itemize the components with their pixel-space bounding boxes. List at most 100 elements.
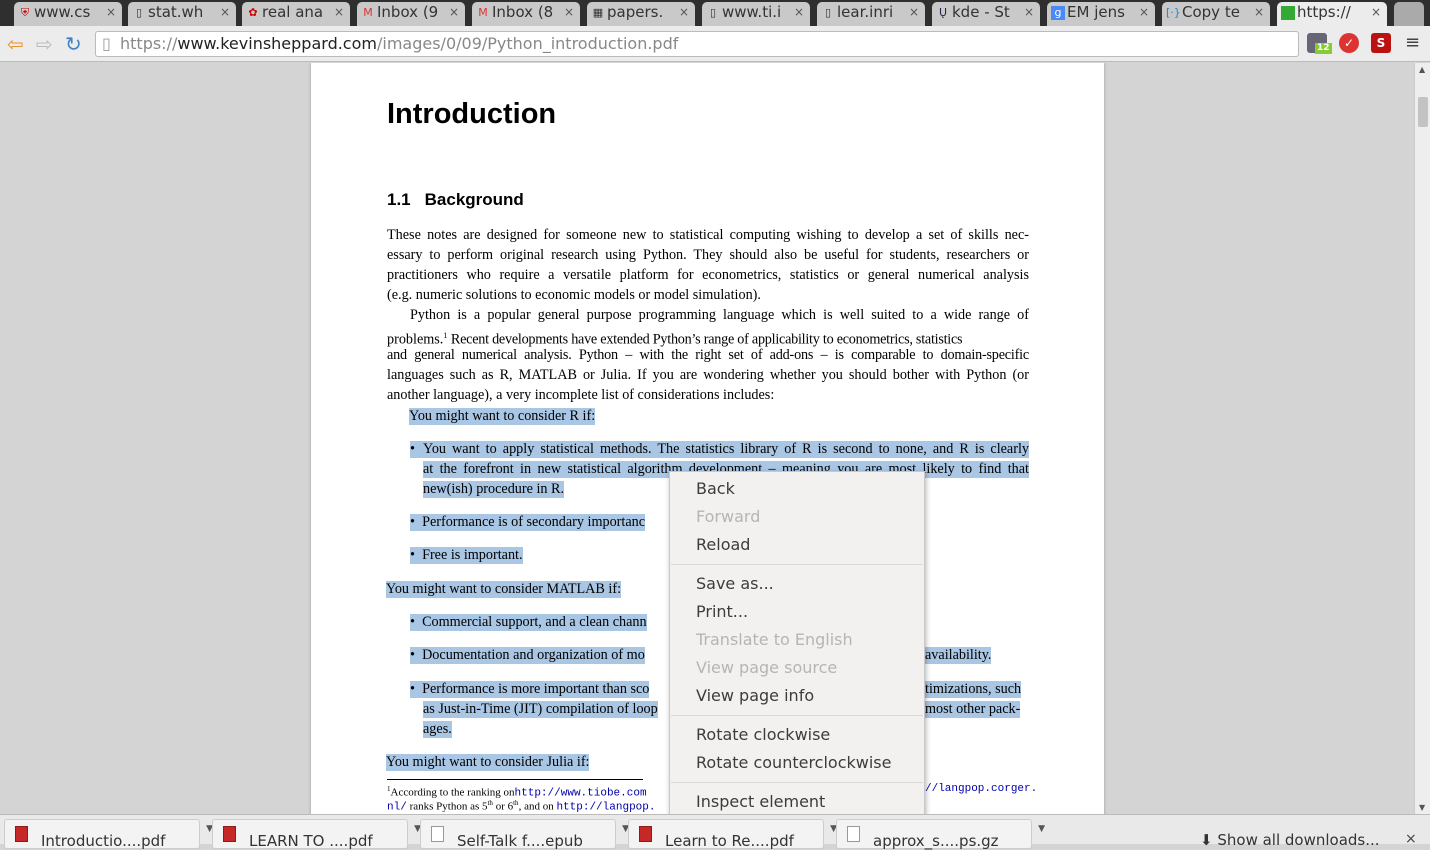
menu-icon[interactable]: ≡	[1405, 32, 1420, 53]
tab[interactable]: ▦ papers. ×	[587, 2, 695, 26]
bullet: • Performance is of secondary importanc	[410, 514, 646, 531]
ul-icon: Ų	[938, 6, 948, 19]
footnote-link[interactable]: //langpop.corger.	[925, 783, 1037, 796]
selected-text: You might want to consider Julia if:	[386, 754, 590, 771]
close-tab-icon[interactable]: ×	[220, 5, 230, 19]
close-tab-icon[interactable]: ×	[679, 5, 689, 19]
download-item[interactable]: LEARN TO ....pdf ▼	[212, 819, 421, 850]
download-item[interactable]: Self-Talk f....epub ▼	[420, 819, 629, 850]
reload-icon[interactable]: ↻	[65, 32, 82, 56]
text-line: Python is a popular general purpose prog…	[410, 307, 1029, 323]
scroll-up-icon[interactable]: ▲	[1419, 65, 1425, 74]
tab[interactable]: Ųkde - St ×	[932, 2, 1040, 26]
text-line: another language), a very incomplete lis…	[387, 387, 775, 403]
close-tab-icon[interactable]: ×	[564, 5, 574, 19]
close-tab-icon[interactable]: ×	[1254, 5, 1264, 19]
menu-item-rotate-counterclockwise[interactable]: Rotate counterclockwise	[696, 753, 891, 772]
tab[interactable]: M Inbox (9 ×	[357, 2, 465, 26]
selected-text: You might want to consider R if:	[409, 408, 596, 425]
menu-item-view-source: View page source	[696, 658, 838, 677]
close-tab-icon[interactable]: ×	[106, 5, 116, 19]
tab[interactable]: ▯ www.ti.i ×	[702, 2, 810, 26]
bracket-icon: [·}	[1166, 6, 1181, 19]
scrollbar-thumb[interactable]	[1418, 97, 1428, 127]
download-arrow-icon: ⬇	[1200, 831, 1213, 849]
page-icon: ▯	[102, 34, 111, 53]
text-line: problems.1 Recent developments have exte…	[387, 331, 963, 348]
new-tab-button[interactable]	[1394, 2, 1424, 26]
menu-item-translate: Translate to English	[696, 630, 853, 649]
menu-item-reload[interactable]: Reload	[696, 535, 750, 554]
tab-strip: ⛨ www.cs × ▯ stat.wh × ✿ real ana × M Inbox (9 ×…	[0, 0, 1430, 26]
bullet: • Performance is more important than sco	[410, 681, 650, 698]
extension-check-icon[interactable]: ✓	[1339, 33, 1359, 53]
selected-text: timizations, such	[925, 681, 1022, 698]
close-tab-icon[interactable]: ×	[1371, 5, 1381, 19]
download-item[interactable]: approx_s....ps.gz ▼	[836, 819, 1045, 850]
close-tab-icon[interactable]: ×	[909, 5, 919, 19]
menu-item-print[interactable]: Print...	[696, 602, 748, 621]
bullet: • Free is important.	[410, 547, 523, 564]
text-line: essary to perform original research usin…	[387, 247, 1029, 263]
selected-text: as Just-in-Time (JIT) compilation of loo…	[423, 701, 658, 718]
page-icon: ▯	[824, 6, 832, 19]
close-tab-icon[interactable]: ×	[1139, 5, 1149, 19]
vertical-scrollbar[interactable]: ▲ ▼	[1414, 63, 1430, 814]
pdf-file-icon	[639, 826, 652, 842]
close-shelf-icon[interactable]: ×	[1405, 831, 1417, 847]
file-icon	[431, 826, 444, 842]
address-bar[interactable]: ▯ https://www.kevinsheppard.com/images/0/…	[95, 31, 1299, 57]
menu-separator	[671, 782, 923, 783]
google-icon: g	[1051, 6, 1065, 20]
page-title: Introduction	[387, 98, 557, 130]
close-tab-icon[interactable]: ×	[794, 5, 804, 19]
selected-text: You might want to consider MATLAB if:	[386, 581, 622, 598]
menu-separator	[671, 564, 923, 565]
extension-s-icon[interactable]: S	[1371, 33, 1391, 53]
text-line: These notes are designed for someone new…	[387, 227, 1029, 243]
tab[interactable]: [·} Copy te ×	[1162, 2, 1270, 26]
text-line: and general numerical analysis. Python –…	[387, 347, 1029, 363]
menu-separator	[671, 715, 923, 716]
close-tab-icon[interactable]: ×	[334, 5, 344, 19]
selected-text: availability.	[925, 647, 992, 664]
tab-active[interactable]: https://×	[1277, 2, 1387, 26]
page-icon: ▯	[709, 6, 717, 19]
tab[interactable]: ▯ lear.inri ×	[817, 2, 925, 26]
tab[interactable]: ⛨ www.cs ×	[14, 2, 122, 26]
close-tab-icon[interactable]: ×	[1024, 5, 1034, 19]
text-line: (e.g. numeric solutions to economic mode…	[387, 287, 761, 303]
page-icon: ▯	[135, 6, 143, 19]
section-heading: 1.1 Background	[387, 190, 524, 209]
flower-icon: ✿	[248, 6, 258, 19]
dropdown-arrow-icon[interactable]: ▼	[1038, 824, 1045, 834]
close-tab-icon[interactable]: ×	[449, 5, 459, 19]
menu-item-rotate-clockwise[interactable]: Rotate clockwise	[696, 725, 830, 744]
menu-item-forward: Forward	[696, 507, 761, 526]
green-squares-icon	[1281, 6, 1295, 20]
selected-text: most other pack-	[925, 701, 1021, 718]
tab[interactable]: ▯ stat.wh ×	[128, 2, 236, 26]
tab[interactable]: g EM jens ×	[1047, 2, 1155, 26]
menu-item-save-as[interactable]: Save as...	[696, 574, 774, 593]
shield-icon: ⛨	[20, 6, 30, 19]
text-line: languages such as R, MATLAB or Julia. If…	[387, 367, 1029, 383]
show-all-downloads-link[interactable]: ⬇ Show all downloads...	[1200, 831, 1380, 849]
extension-tabs-icon[interactable]: 12	[1307, 33, 1332, 54]
menu-item-back[interactable]: Back	[696, 479, 735, 498]
menu-item-view-page-info[interactable]: View page info	[696, 686, 814, 705]
back-arrow-icon[interactable]: ⇦	[7, 32, 24, 56]
pdf-file-icon	[223, 826, 236, 842]
bullet: • Documentation and organization of mo	[410, 647, 645, 664]
file-icon	[847, 826, 860, 842]
forward-arrow-icon[interactable]: ⇨	[36, 32, 53, 56]
bullet: • You want to apply statistical methods. …	[410, 441, 1029, 458]
menu-item-inspect-element[interactable]: Inspect element	[696, 792, 825, 811]
download-item[interactable]: Learn to Re....pdf ▼	[628, 819, 837, 850]
tab[interactable]: ✿ real ana ×	[242, 2, 350, 26]
scroll-down-icon[interactable]: ▼	[1419, 803, 1425, 812]
toolbar: ⇦ ⇨ ↻ ▯ https://www.kevinsheppard.com/ima…	[0, 26, 1430, 62]
context-menu: Back Forward Reload Save as... Print... …	[669, 471, 925, 818]
download-item[interactable]: Introductio....pdf ▼	[4, 819, 213, 850]
tab[interactable]: M Inbox (8 ×	[472, 2, 580, 26]
